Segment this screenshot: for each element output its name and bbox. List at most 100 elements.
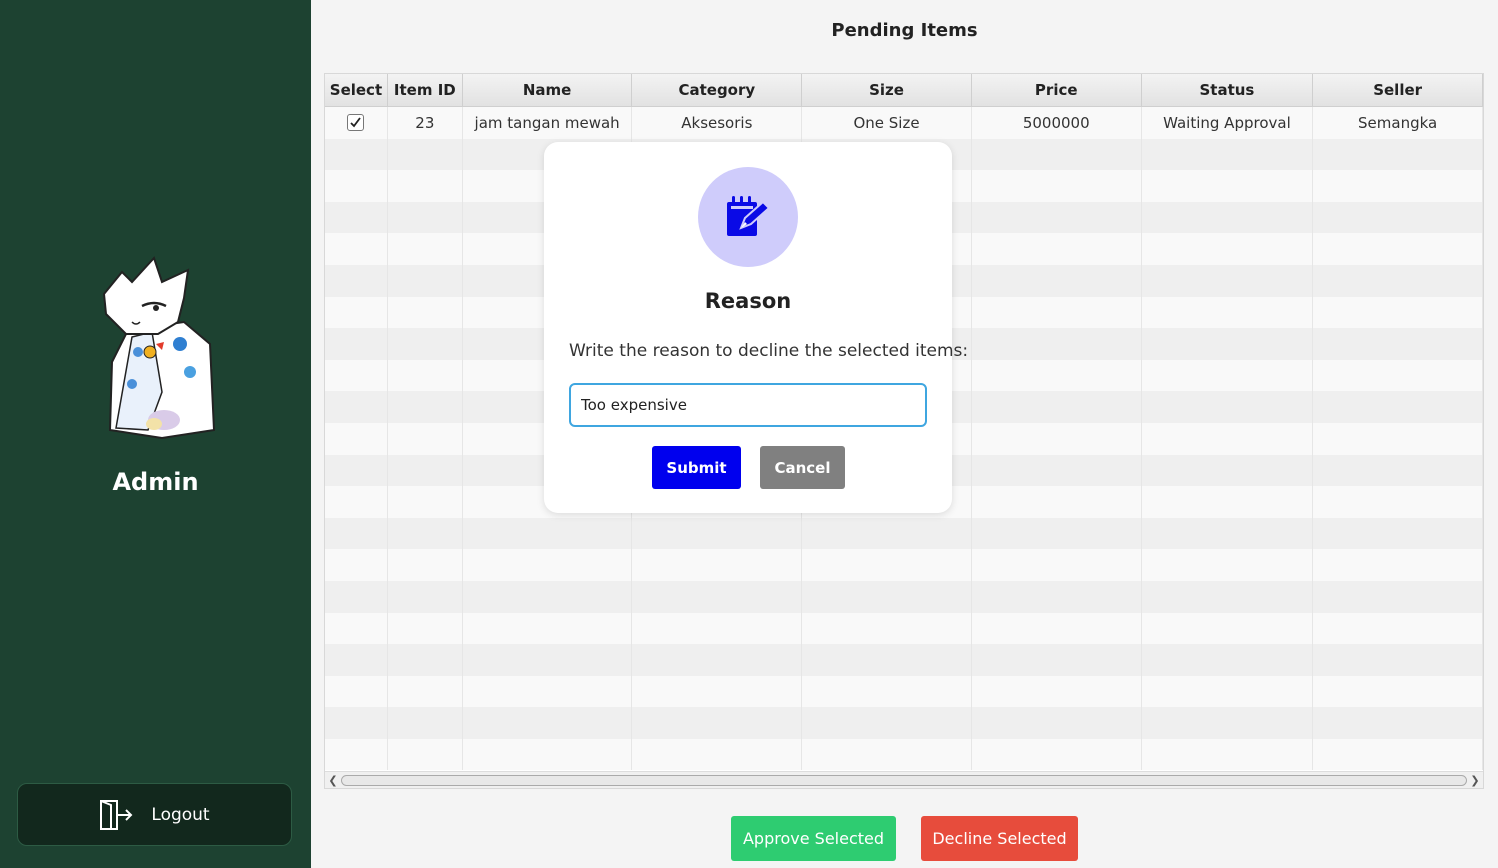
admin-name: Admin xyxy=(112,468,199,496)
table-header: Select Item ID Name Category Size Price … xyxy=(325,74,1483,107)
name-cell: jam tangan mewah xyxy=(463,107,633,139)
horizontal-scrollbar[interactable]: ❮ ❯ xyxy=(325,771,1483,788)
decline-selected-button[interactable]: Decline Selected xyxy=(921,816,1078,861)
empty-cell xyxy=(1142,580,1314,613)
empty-table-row xyxy=(325,644,1483,676)
empty-cell xyxy=(325,296,388,329)
logout-label: Logout xyxy=(151,804,210,825)
approve-selected-button[interactable]: Approve Selected xyxy=(731,816,896,861)
reason-input[interactable] xyxy=(569,383,927,427)
empty-cell xyxy=(1142,549,1314,581)
empty-cell xyxy=(1313,359,1483,392)
empty-cell xyxy=(388,517,463,550)
page-title: Pending Items xyxy=(831,20,978,41)
empty-cell xyxy=(325,264,388,297)
scroll-right-icon[interactable]: ❯ xyxy=(1467,774,1483,787)
empty-cell xyxy=(1142,138,1314,171)
empty-cell xyxy=(325,580,388,613)
row-select-checkbox[interactable] xyxy=(347,114,365,132)
empty-cell xyxy=(325,233,388,265)
column-header-size[interactable]: Size xyxy=(802,74,972,106)
empty-cell xyxy=(972,549,1142,581)
empty-cell xyxy=(1313,233,1483,265)
empty-cell xyxy=(632,549,803,581)
empty-table-row xyxy=(325,580,1483,613)
empty-cell xyxy=(972,517,1142,550)
scroll-left-icon[interactable]: ❮ xyxy=(325,774,341,787)
empty-cell xyxy=(1313,517,1483,550)
logout-icon xyxy=(100,799,133,830)
empty-cell xyxy=(1313,675,1483,708)
empty-cell xyxy=(972,580,1142,613)
empty-cell xyxy=(388,580,463,613)
empty-table-row xyxy=(325,675,1483,708)
column-header-seller[interactable]: Seller xyxy=(1313,74,1483,106)
empty-cell xyxy=(1313,170,1483,202)
empty-table-row xyxy=(325,549,1483,581)
empty-cell xyxy=(388,422,463,455)
empty-cell xyxy=(388,201,463,234)
empty-cell xyxy=(1142,391,1314,423)
empty-cell xyxy=(1313,201,1483,234)
empty-cell xyxy=(325,486,388,518)
empty-cell xyxy=(1142,170,1314,202)
empty-cell xyxy=(1313,549,1483,581)
column-header-item-id[interactable]: Item ID xyxy=(388,74,463,106)
price-cell: 5000000 xyxy=(972,107,1142,139)
column-header-name[interactable]: Name xyxy=(463,74,633,106)
empty-cell xyxy=(1142,486,1314,518)
column-header-select[interactable]: Select xyxy=(325,74,388,106)
empty-cell xyxy=(325,328,388,360)
empty-cell xyxy=(972,233,1142,265)
empty-cell xyxy=(325,138,388,171)
empty-table-row xyxy=(325,517,1483,550)
empty-cell xyxy=(802,644,972,676)
empty-cell xyxy=(325,675,388,708)
scrollbar-thumb[interactable] xyxy=(341,774,1467,786)
empty-cell xyxy=(802,612,972,645)
logout-button[interactable]: Logout xyxy=(17,783,292,846)
empty-table-row xyxy=(325,738,1483,771)
empty-cell xyxy=(463,738,633,771)
empty-cell xyxy=(325,201,388,234)
category-cell: Aksesoris xyxy=(632,107,803,139)
empty-cell xyxy=(1142,422,1314,455)
empty-cell xyxy=(802,580,972,613)
empty-table-row xyxy=(325,707,1483,739)
submit-button[interactable]: Submit xyxy=(652,446,741,489)
empty-cell xyxy=(972,454,1142,487)
seller-cell: Semangka xyxy=(1313,107,1483,139)
column-header-status[interactable]: Status xyxy=(1142,74,1314,106)
empty-cell xyxy=(325,359,388,392)
empty-cell xyxy=(325,612,388,645)
empty-cell xyxy=(463,517,633,550)
empty-cell xyxy=(972,486,1142,518)
empty-cell xyxy=(972,644,1142,676)
empty-cell xyxy=(325,454,388,487)
column-header-price[interactable]: Price xyxy=(972,74,1142,106)
cancel-button[interactable]: Cancel xyxy=(760,446,845,489)
empty-cell xyxy=(388,170,463,202)
empty-cell xyxy=(463,612,633,645)
empty-cell xyxy=(325,391,388,423)
empty-cell xyxy=(972,707,1142,739)
empty-cell xyxy=(802,738,972,771)
empty-cell xyxy=(388,264,463,297)
dialog-title: Reason xyxy=(704,289,792,313)
empty-cell xyxy=(1142,264,1314,297)
empty-cell xyxy=(632,675,803,708)
sidebar: Admin Logout xyxy=(0,0,311,868)
empty-cell xyxy=(463,580,633,613)
column-header-category[interactable]: Category xyxy=(632,74,803,106)
empty-cell xyxy=(632,517,803,550)
empty-cell xyxy=(388,391,463,423)
empty-cell xyxy=(1142,201,1314,234)
empty-table-row xyxy=(325,612,1483,645)
empty-cell xyxy=(388,233,463,265)
admin-avatar xyxy=(92,252,220,442)
empty-cell xyxy=(388,612,463,645)
empty-cell xyxy=(1142,359,1314,392)
table-row[interactable]: 23 jam tangan mewah Aksesoris One Size 5… xyxy=(325,107,1483,139)
empty-cell xyxy=(972,738,1142,771)
empty-cell xyxy=(388,675,463,708)
